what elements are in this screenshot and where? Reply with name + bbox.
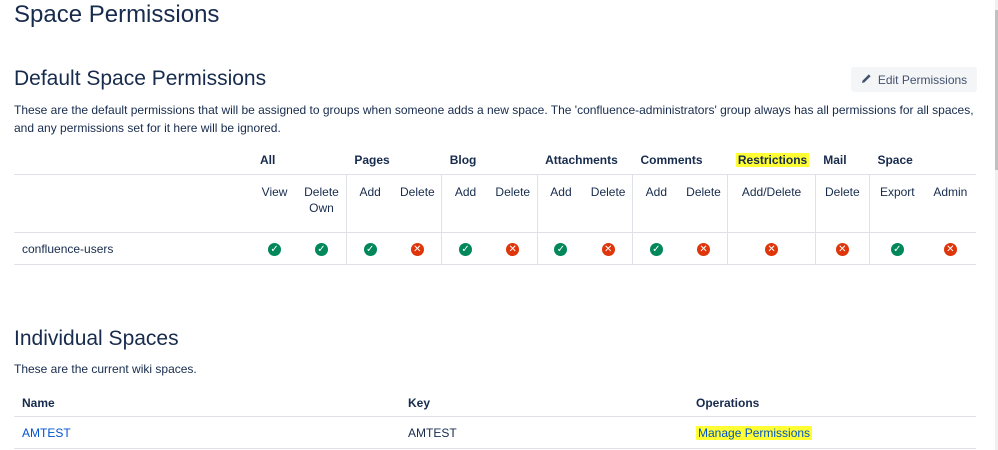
individual-spaces-title: Individual Spaces bbox=[14, 327, 179, 350]
perm-cell: ✕ bbox=[727, 232, 816, 265]
perm-header: Add bbox=[536, 174, 585, 233]
check-icon: ✓ bbox=[459, 243, 473, 256]
perm-cell: ✓ bbox=[536, 232, 585, 265]
perm-cell: ✓ bbox=[345, 232, 394, 265]
column-header-operations: Operations bbox=[688, 390, 976, 417]
column-header-key: Key bbox=[400, 390, 688, 417]
page-title: Space Permissions bbox=[14, 1, 220, 28]
check-icon: ✓ bbox=[649, 243, 663, 256]
perm-header: Delete bbox=[814, 174, 870, 233]
cross-icon: ✕ bbox=[765, 243, 779, 256]
perm-header: View bbox=[251, 174, 298, 233]
default-permissions-description: These are the default permissions that w… bbox=[14, 103, 974, 135]
perm-cell: ✓ bbox=[631, 232, 680, 265]
default-permissions-table: All Pages Blog Attachments Comments Rest… bbox=[14, 146, 976, 265]
group-header-blog: Blog bbox=[449, 153, 477, 167]
cross-icon: ✕ bbox=[835, 243, 849, 256]
perm-header: Delete bbox=[393, 174, 442, 233]
perm-header: Admin bbox=[924, 174, 976, 233]
column-header-name: Name bbox=[14, 390, 400, 417]
individual-spaces-table: Name Key Operations AMTEST AMTEST Manage… bbox=[14, 390, 976, 449]
perm-cell: ✓ bbox=[441, 232, 489, 265]
perm-header: Delete Own bbox=[297, 174, 347, 233]
check-icon: ✓ bbox=[554, 243, 568, 256]
perm-cell: ✕ bbox=[679, 232, 728, 265]
perm-cell: ✓ bbox=[251, 232, 298, 265]
perm-cell: ✓ bbox=[868, 232, 925, 265]
group-header-space: Space bbox=[877, 153, 913, 167]
check-icon: ✓ bbox=[890, 243, 904, 256]
group-header-restrictions: Restrictions bbox=[735, 153, 810, 167]
perm-cell: ✕ bbox=[814, 232, 870, 265]
group-header-mail: Mail bbox=[823, 153, 847, 167]
cross-icon: ✕ bbox=[943, 243, 957, 256]
perm-cell: ✕ bbox=[488, 232, 538, 265]
cross-icon: ✕ bbox=[506, 243, 520, 256]
cross-icon: ✕ bbox=[410, 243, 424, 256]
default-permissions-title: Default Space Permissions bbox=[14, 67, 267, 90]
group-header-attachments: Attachments bbox=[545, 153, 618, 167]
cross-icon: ✕ bbox=[601, 243, 615, 256]
space-name-link[interactable]: AMTEST bbox=[22, 426, 71, 440]
perm-cell: ✓ bbox=[297, 232, 347, 265]
group-header-comments: Comments bbox=[640, 153, 703, 167]
group-header-all: All bbox=[259, 153, 276, 167]
check-icon: ✓ bbox=[268, 243, 282, 256]
table-row: AMTEST AMTEST Manage Permissions bbox=[14, 416, 976, 449]
edit-permissions-label: Edit Permissions bbox=[877, 72, 968, 87]
check-icon: ✓ bbox=[363, 243, 377, 256]
table-row: confluence-users ✓ ✓ ✓ ✕ ✓ ✕ ✓ ✕ ✓ ✕ ✕ ✕… bbox=[14, 232, 976, 265]
perm-header: Delete bbox=[679, 174, 728, 233]
perm-header: Export bbox=[868, 174, 925, 233]
space-key: AMTEST bbox=[400, 416, 688, 449]
perm-cell: ✕ bbox=[584, 232, 633, 265]
check-icon: ✓ bbox=[314, 243, 328, 256]
group-header-pages: Pages bbox=[354, 153, 390, 167]
perm-header: Add bbox=[441, 174, 489, 233]
perm-header: Delete bbox=[584, 174, 633, 233]
group-name: confluence-users bbox=[14, 232, 252, 265]
manage-permissions-link[interactable]: Manage Permissions bbox=[696, 425, 813, 440]
perm-cell: ✕ bbox=[924, 232, 976, 265]
perm-header: Delete bbox=[488, 174, 538, 233]
cross-icon: ✕ bbox=[697, 243, 711, 256]
pencil-icon bbox=[861, 73, 872, 87]
perm-header: Add/Delete bbox=[727, 174, 816, 233]
edit-permissions-button[interactable]: Edit Permissions bbox=[851, 67, 977, 92]
perm-header: Add bbox=[345, 174, 394, 233]
perm-cell: ✕ bbox=[393, 232, 442, 265]
individual-spaces-description: These are the current wiki spaces. bbox=[14, 362, 197, 376]
perm-header: Add bbox=[631, 174, 680, 233]
